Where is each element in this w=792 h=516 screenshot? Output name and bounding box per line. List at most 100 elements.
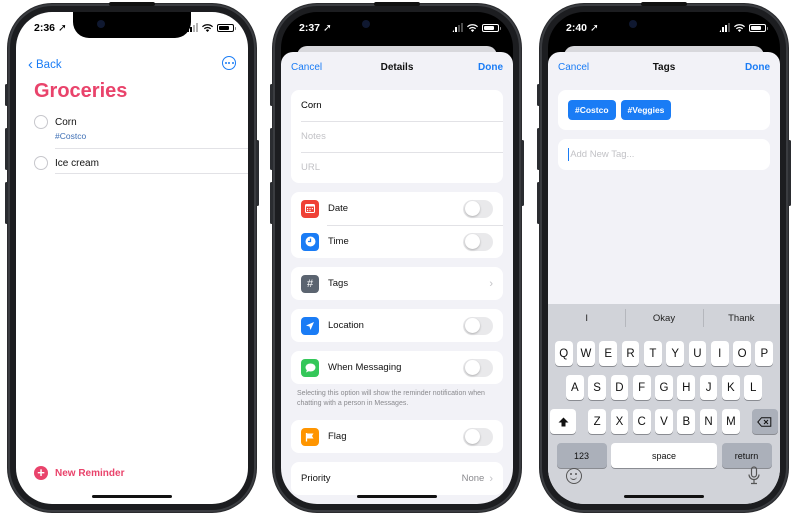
key-n[interactable]: N [699,409,718,434]
location-group: Location [291,309,503,342]
time-toggle[interactable] [463,232,493,251]
wifi-icon [467,23,478,32]
key-i[interactable]: I [710,341,729,366]
key-t[interactable]: T [643,341,662,366]
status-time: 2:36 ➚ [34,22,67,34]
hashtag-icon: # [301,274,319,293]
add-new-tag-input[interactable]: Add New Tag... [558,139,770,170]
key-r[interactable]: R [621,341,640,366]
priority-value: None [461,473,485,484]
numbers-key[interactable]: 123 [556,443,607,468]
details-sheet: Cancel Details Done Corn Notes URL Date [281,52,513,504]
key-y[interactable]: Y [666,341,685,366]
key-j[interactable]: J [699,375,718,400]
backspace-icon [757,416,772,427]
title-field[interactable]: Corn [291,90,503,121]
clock-icon [301,232,319,251]
location-arrow-icon: ➚ [57,22,67,34]
shift-key[interactable] [550,409,577,434]
key-z[interactable]: Z [588,409,606,434]
back-button[interactable]: ‹ Back [28,57,62,72]
messaging-footnote: Selecting this option will show the remi… [297,390,485,407]
microphone-icon[interactable] [748,466,760,486]
done-button[interactable]: Done [745,62,770,73]
message-bubble-icon [301,358,319,377]
key-m[interactable]: M [721,409,740,434]
tags-row[interactable]: # Tags › [291,267,503,300]
key-a[interactable]: A [565,375,584,400]
return-key[interactable]: return [721,443,772,468]
status-time: 2:37 ➚ [299,22,332,34]
space-key[interactable]: space [611,443,717,468]
key-v[interactable]: V [655,409,673,434]
done-button[interactable]: Done [478,62,503,73]
phone-tags-editor: 2:40 ➚ Cancel Tags Done #Costco #Veggies… [537,2,791,512]
key-b[interactable]: B [677,409,696,434]
home-indicator[interactable] [92,495,172,498]
chevron-right-icon: › [489,472,493,485]
key-o[interactable]: O [733,341,751,366]
reminder-tag[interactable]: #Costco [55,130,248,142]
flag-toggle[interactable] [463,427,493,446]
key-s[interactable]: S [588,375,606,400]
complete-checkbox[interactable] [34,115,48,129]
reminder-item[interactable]: Ice cream [16,150,248,179]
selected-tags: #Costco #Veggies [558,90,770,130]
location-arrow-icon: ➚ [589,22,599,34]
calendar-icon [301,199,319,218]
predictive-bar: I Okay Thank [548,304,780,332]
emoji-icon[interactable] [566,468,582,484]
key-row-1: QWERTYUIOP [548,341,780,366]
location-toggle[interactable] [463,316,493,335]
plus-circle-icon: + [34,466,48,480]
key-c[interactable]: C [632,409,651,434]
key-e[interactable]: E [599,341,618,366]
key-x[interactable]: X [610,409,629,434]
key-w[interactable]: W [577,341,595,366]
date-time-group: Date Time [291,192,503,258]
flag-group: Flag [291,420,503,453]
shift-arrow-icon [558,417,569,426]
priority-row[interactable]: Priority None › [291,462,503,495]
text-cursor [568,148,570,161]
location-row: Location [291,309,503,342]
sheet-nav-bar: Cancel Details Done [281,52,513,82]
phone-reminder-details: 2:37 ➚ Cancel Details Done Corn Notes UR… [270,2,524,512]
tag-chip[interactable]: #Veggies [620,100,672,120]
more-options-button[interactable] [222,56,236,70]
home-indicator[interactable] [624,495,704,498]
battery-icon [217,23,236,32]
sheet-nav-bar: Cancel Tags Done [548,52,780,82]
wifi-icon [202,23,213,32]
location-arrow-icon [301,316,319,335]
date-toggle[interactable] [463,199,493,218]
reminder-item[interactable]: Corn #Costco [16,110,248,150]
key-l[interactable]: L [744,375,763,400]
suggestion[interactable]: Thank [702,308,780,327]
suggestion[interactable]: I [548,313,625,324]
key-h[interactable]: H [677,375,696,400]
phone-reminders-list: 2:36 ➚ ‹ Back Groceries Corn #Costco Ice… [5,2,259,512]
key-d[interactable]: D [610,375,629,400]
location-arrow-icon: ➚ [322,22,332,34]
key-q[interactable]: Q [554,341,573,366]
screen: 2:36 ➚ ‹ Back Groceries Corn #Costco Ice… [16,12,248,504]
key-u[interactable]: U [688,341,707,366]
suggestion[interactable]: Okay [625,308,702,327]
delete-key[interactable] [751,409,778,434]
when-messaging-toggle[interactable] [463,358,493,377]
url-field[interactable]: URL [291,152,503,183]
key-g[interactable]: G [655,375,673,400]
list-title: Groceries [34,80,128,102]
notes-field[interactable]: Notes [291,121,503,152]
key-k[interactable]: K [721,375,740,400]
tag-chip[interactable]: #Costco [568,100,616,120]
reminders-list: Corn #Costco Ice cream [16,110,248,179]
new-reminder-button[interactable]: + New Reminder [34,466,124,480]
key-p[interactable]: P [755,341,774,366]
complete-checkbox[interactable] [34,156,48,170]
key-f[interactable]: F [632,375,651,400]
tags-sheet: Cancel Tags Done #Costco #Veggies Add Ne… [548,52,780,504]
home-indicator[interactable] [357,495,437,498]
key-row-3: ZXCVBNM [548,409,780,434]
